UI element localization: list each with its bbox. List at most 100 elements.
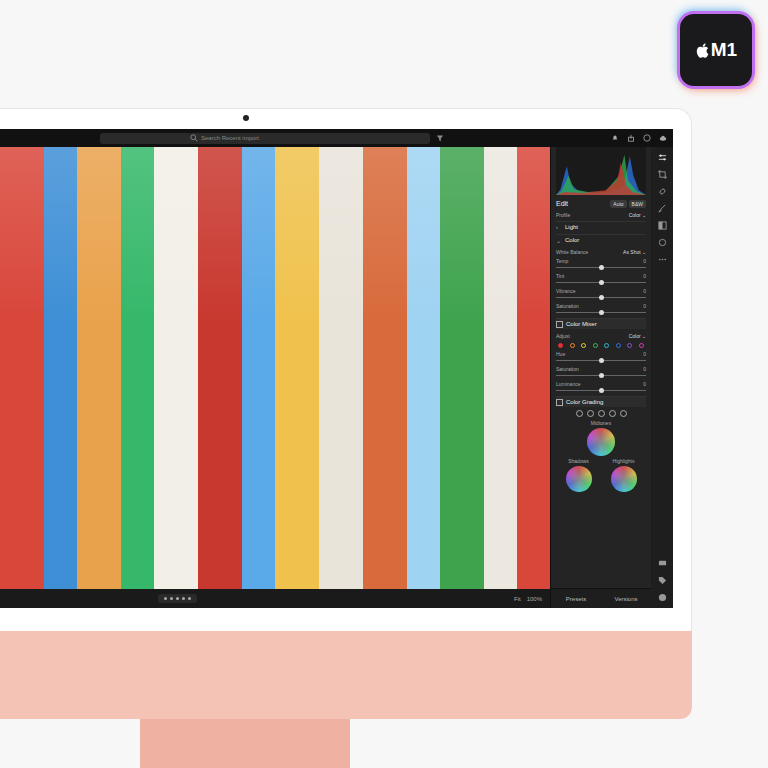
crop-icon[interactable] (658, 170, 667, 179)
info-icon[interactable] (658, 593, 667, 602)
brush-icon[interactable] (658, 204, 667, 213)
slider-value: 0 (643, 381, 646, 387)
color-wheel[interactable] (587, 428, 615, 456)
fit-label[interactable]: Fit (514, 596, 521, 602)
slider-track[interactable] (556, 390, 646, 391)
rating-dot[interactable] (188, 597, 191, 600)
slider-thumb[interactable] (599, 265, 604, 270)
chevron-icon: › (556, 224, 562, 230)
wheel-label: Shadows (568, 458, 589, 464)
imac-stand (140, 719, 350, 768)
slider[interactable]: Hue0 (556, 351, 646, 364)
slider-label: Temp (556, 258, 568, 264)
bell-icon[interactable] (611, 134, 619, 142)
zoom-label[interactable]: 100% (527, 596, 542, 602)
m1-badge: M1 (680, 14, 752, 86)
adjust-label: Adjust (556, 333, 570, 339)
slider[interactable]: Saturation 0 (556, 366, 646, 379)
gradient-icon[interactable] (658, 221, 667, 230)
comment-icon[interactable] (658, 559, 667, 568)
color-label: Color (565, 237, 579, 243)
color-mixer-section[interactable]: Color Mixer (556, 318, 646, 329)
grading-mode-icon[interactable] (598, 410, 605, 417)
edit-title: Edit (556, 200, 568, 207)
adjust-row[interactable]: Adjust Color ⌄ (556, 331, 646, 340)
grading-mode-icon[interactable] (620, 410, 627, 417)
slider-thumb[interactable] (599, 295, 604, 300)
rating-dot[interactable] (176, 597, 179, 600)
radial-icon[interactable] (658, 238, 667, 247)
slider-labels: Saturation0 (556, 303, 646, 309)
color-swatch[interactable] (570, 343, 575, 348)
slider[interactable]: Saturation0 (556, 303, 646, 316)
healing-icon[interactable] (658, 187, 667, 196)
filter-icon[interactable] (436, 134, 444, 142)
help-icon[interactable] (643, 134, 651, 142)
slider-track[interactable] (556, 375, 646, 376)
slider[interactable]: Temp0 (556, 258, 646, 271)
tag-icon[interactable] (658, 576, 667, 585)
white-balance-row[interactable]: White BalanceAs Shot ⌄ (556, 247, 646, 256)
color-swatch[interactable] (616, 343, 621, 348)
slider[interactable]: Tint0 (556, 273, 646, 286)
rating-dot[interactable] (170, 597, 173, 600)
color-swatch[interactable] (604, 343, 609, 348)
slider-track[interactable] (556, 267, 646, 268)
slider-thumb[interactable] (599, 358, 604, 363)
white-balance-value[interactable]: As Shot ⌄ (623, 249, 646, 255)
color-swatch[interactable] (581, 343, 586, 348)
edit-button[interactable]: Auto (610, 200, 626, 208)
profile-value[interactable]: Color ⌄ (629, 212, 646, 218)
display-bezel: Search Recent import Fit 100% Edit AutoB&W Pr… (0, 108, 692, 631)
midtones-wheel[interactable]: Midtones (556, 420, 646, 456)
slider-track[interactable] (556, 312, 646, 313)
panel-tabs: PresetsVersions (551, 588, 651, 608)
slider-labels: Saturation 0 (556, 366, 646, 372)
rating-dot[interactable] (182, 597, 185, 600)
slider-thumb[interactable] (599, 310, 604, 315)
sliders-icon[interactable] (658, 153, 667, 162)
panel-tab[interactable]: Versions (601, 589, 651, 608)
grading-mode-icon[interactable] (609, 410, 616, 417)
slider-track[interactable] (556, 297, 646, 298)
slider-thumb[interactable] (599, 373, 604, 378)
slider-track[interactable] (556, 282, 646, 283)
more-icon[interactable] (658, 255, 667, 264)
share-icon[interactable] (627, 134, 635, 142)
adjust-value[interactable]: Color ⌄ (629, 333, 646, 339)
slider-value: 0 (643, 366, 646, 372)
color-wheel-block[interactable]: Highlights (611, 458, 637, 492)
light-section[interactable]: ›Light (556, 221, 646, 232)
rating-dot[interactable] (164, 597, 167, 600)
search-field[interactable]: Search Recent import (100, 133, 430, 144)
color-swatch[interactable] (627, 343, 632, 348)
slider-thumb[interactable] (599, 280, 604, 285)
color-swatch[interactable] (558, 343, 563, 348)
slider-label: Saturation (556, 366, 579, 372)
color-wheel-block[interactable]: Shadows (566, 458, 592, 492)
color-section[interactable]: ⌄Color (556, 234, 646, 245)
zoom-control[interactable]: Fit 100% (514, 596, 542, 602)
slider-labels: Tint0 (556, 273, 646, 279)
color-swatch[interactable] (593, 343, 598, 348)
color-wheel[interactable] (611, 466, 637, 492)
cloud-icon[interactable] (659, 134, 667, 142)
slider-labels: Luminance 0 (556, 381, 646, 387)
slider-value: 0 (643, 288, 646, 294)
slider[interactable]: Luminance 0 (556, 381, 646, 394)
grading-mode-icon[interactable] (576, 410, 583, 417)
color-grading-section[interactable]: Color Grading (556, 396, 646, 407)
slider[interactable]: Vibrance0 (556, 288, 646, 301)
color-swatch[interactable] (639, 343, 644, 348)
edit-button[interactable]: B&W (629, 200, 646, 208)
profile-row[interactable]: ProfileColor ⌄ (556, 210, 646, 219)
slider-thumb[interactable] (599, 388, 604, 393)
slider-value: 0 (643, 273, 646, 279)
color-wheel[interactable] (566, 466, 592, 492)
grading-mode-icon[interactable] (587, 410, 594, 417)
slider-track[interactable] (556, 360, 646, 361)
panel-tab[interactable]: Presets (551, 589, 601, 608)
slider-label: Luminance (556, 381, 580, 387)
color-mixer-label: Color Mixer (566, 321, 597, 327)
rating-dots[interactable] (158, 594, 197, 603)
